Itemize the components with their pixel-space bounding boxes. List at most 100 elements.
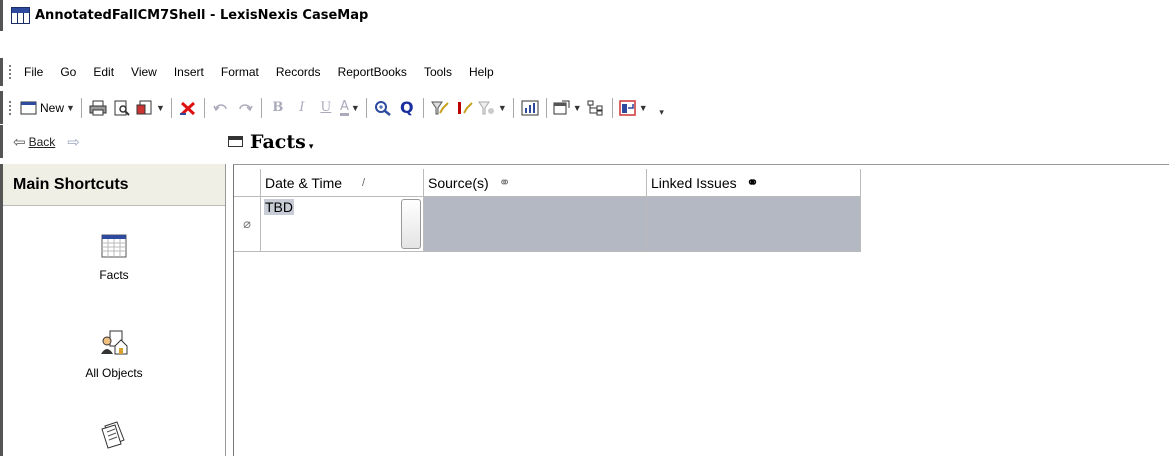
- menu-tools[interactable]: Tools: [418, 65, 458, 79]
- chevron-down-icon[interactable]: ▼: [156, 103, 165, 113]
- clear-filter-button[interactable]: ▼: [477, 97, 507, 119]
- chevron-down-icon[interactable]: ▼: [498, 103, 507, 113]
- bold-icon: B: [272, 100, 284, 115]
- underline-icon: U: [320, 100, 332, 115]
- undo-button[interactable]: [211, 97, 231, 119]
- menu-file[interactable]: File: [18, 65, 49, 79]
- export-button[interactable]: ▼: [618, 97, 648, 119]
- menu-help[interactable]: Help: [463, 65, 500, 79]
- hierarchy-icon: [587, 100, 603, 115]
- select-all-cell[interactable]: [234, 169, 261, 197]
- table-cell-sources[interactable]: [424, 197, 647, 252]
- toolbar-separator: [203, 97, 205, 118]
- bold-button[interactable]: B: [268, 97, 288, 119]
- paperclip-icon: ⌀: [243, 216, 251, 232]
- chart-button[interactable]: [520, 97, 540, 119]
- toolbar-separator: [170, 97, 172, 118]
- print-button[interactable]: [88, 97, 108, 119]
- column-label: Source(s): [428, 174, 489, 191]
- tag-icon: [457, 101, 473, 114]
- menu-records[interactable]: Records: [270, 65, 327, 79]
- overflow-chevron-icon: ▾: [659, 107, 664, 117]
- shortcut-all-objects[interactable]: All Objects: [3, 330, 225, 380]
- search-button[interactable]: Q: [397, 97, 417, 119]
- spreadsheet-icon: [553, 100, 570, 114]
- report-button[interactable]: ▼: [136, 97, 165, 119]
- italic-button[interactable]: I: [292, 97, 312, 119]
- window-title: AnnotatedFallCM7Shell - LexisNexis CaseM…: [35, 8, 369, 23]
- new-record-icon: [20, 101, 37, 114]
- redo-button[interactable]: [235, 97, 255, 119]
- column-header-linked-issues[interactable]: Linked Issues ⚭: [647, 169, 861, 197]
- column-label: Linked Issues: [651, 174, 737, 191]
- row-attachment-indicator[interactable]: ⌀: [234, 197, 261, 252]
- cell-edit-button[interactable]: [401, 199, 421, 249]
- export-icon: [618, 99, 636, 116]
- menu-bar: File Go Edit View Insert Format Records …: [0, 58, 1169, 86]
- back-arrow-icon[interactable]: ⇦: [13, 133, 26, 151]
- column-header-sources[interactable]: Source(s) ⚭: [424, 169, 647, 197]
- menu-insert[interactable]: Insert: [168, 65, 210, 79]
- facts-grid-icon: [228, 136, 243, 147]
- toolbar-separator: [512, 97, 514, 118]
- toolbar-separator: [365, 97, 367, 118]
- print-preview-icon: [114, 100, 130, 116]
- font-color-icon: A: [339, 98, 349, 116]
- casemap-app-icon: [11, 7, 30, 24]
- forward-arrow-icon[interactable]: ⇨: [67, 133, 80, 151]
- chevron-down-icon[interactable]: ▼: [573, 103, 582, 113]
- shortcut-label: All Objects: [85, 366, 143, 380]
- facts-grid-icon: [101, 234, 127, 258]
- new-button-label: New: [40, 100, 65, 115]
- zoom-icon: [374, 100, 391, 116]
- sidebar-header: Main Shortcuts: [3, 164, 225, 206]
- print-icon: [89, 100, 107, 115]
- documents-icon: [101, 421, 125, 449]
- chart-icon: [521, 100, 539, 115]
- chevron-down-icon[interactable]: ▼: [639, 103, 648, 113]
- tag-button[interactable]: [454, 97, 474, 119]
- column-header-date-time[interactable]: Date & Time /: [261, 169, 424, 197]
- menu-grip: [8, 64, 12, 80]
- link-icon: ⚭: [746, 174, 759, 190]
- shortcuts-sidebar: Main Shortcuts Facts All Objects: [0, 164, 226, 456]
- back-nav: ⇦ Back ⇨: [13, 133, 228, 151]
- view-title-area[interactable]: Facts ▾: [228, 131, 313, 153]
- report-icon: [136, 100, 152, 114]
- toolbar-separator: [80, 97, 82, 118]
- chevron-down-icon[interactable]: ▾: [309, 142, 314, 152]
- italic-icon: I: [299, 100, 305, 115]
- table-cell-linked-issues[interactable]: [647, 197, 861, 252]
- facts-grid: Date & Time / Source(s) ⚭ Linked Issues …: [233, 164, 1169, 456]
- navigation-bar: ⇦ Back ⇨ Facts ▾: [0, 125, 1169, 158]
- font-color-button[interactable]: A ▼: [339, 97, 360, 119]
- date-time-value: TBD: [264, 199, 294, 215]
- back-button[interactable]: Back: [29, 135, 56, 149]
- chevron-down-icon[interactable]: ▼: [351, 103, 360, 113]
- zoom-button[interactable]: [373, 97, 393, 119]
- menu-view[interactable]: View: [125, 65, 163, 79]
- new-button[interactable]: New ▼: [20, 97, 75, 119]
- redo-icon: [239, 103, 253, 111]
- delete-button[interactable]: [178, 97, 198, 119]
- print-preview-button[interactable]: [112, 97, 132, 119]
- toolbar: New ▼ ▼ B I U A ▼ Q ▼ ▼ ▼ ▾: [0, 91, 1169, 124]
- hierarchy-button[interactable]: [586, 97, 606, 119]
- toolbar-overflow-button[interactable]: ▾: [652, 97, 672, 119]
- toolbar-separator: [260, 97, 262, 118]
- chevron-down-icon[interactable]: ▼: [66, 103, 75, 113]
- filter-icon: [430, 101, 449, 114]
- menu-reportbooks[interactable]: ReportBooks: [332, 65, 413, 79]
- underline-button[interactable]: U: [316, 97, 336, 119]
- title-bar: AnnotatedFallCM7Shell - LexisNexis CaseM…: [0, 0, 1169, 31]
- table-cell-date-time[interactable]: TBD: [261, 197, 424, 252]
- link-icon: ⚭: [498, 174, 511, 190]
- spreadsheet-button[interactable]: ▼: [553, 97, 582, 119]
- filter-button[interactable]: [430, 97, 450, 119]
- menu-format[interactable]: Format: [215, 65, 265, 79]
- menu-edit[interactable]: Edit: [87, 65, 120, 79]
- shortcut-facts[interactable]: Facts: [3, 234, 225, 282]
- menu-go[interactable]: Go: [54, 65, 82, 79]
- shortcut-label: Facts: [99, 268, 129, 282]
- shortcut-documents[interactable]: [3, 420, 225, 456]
